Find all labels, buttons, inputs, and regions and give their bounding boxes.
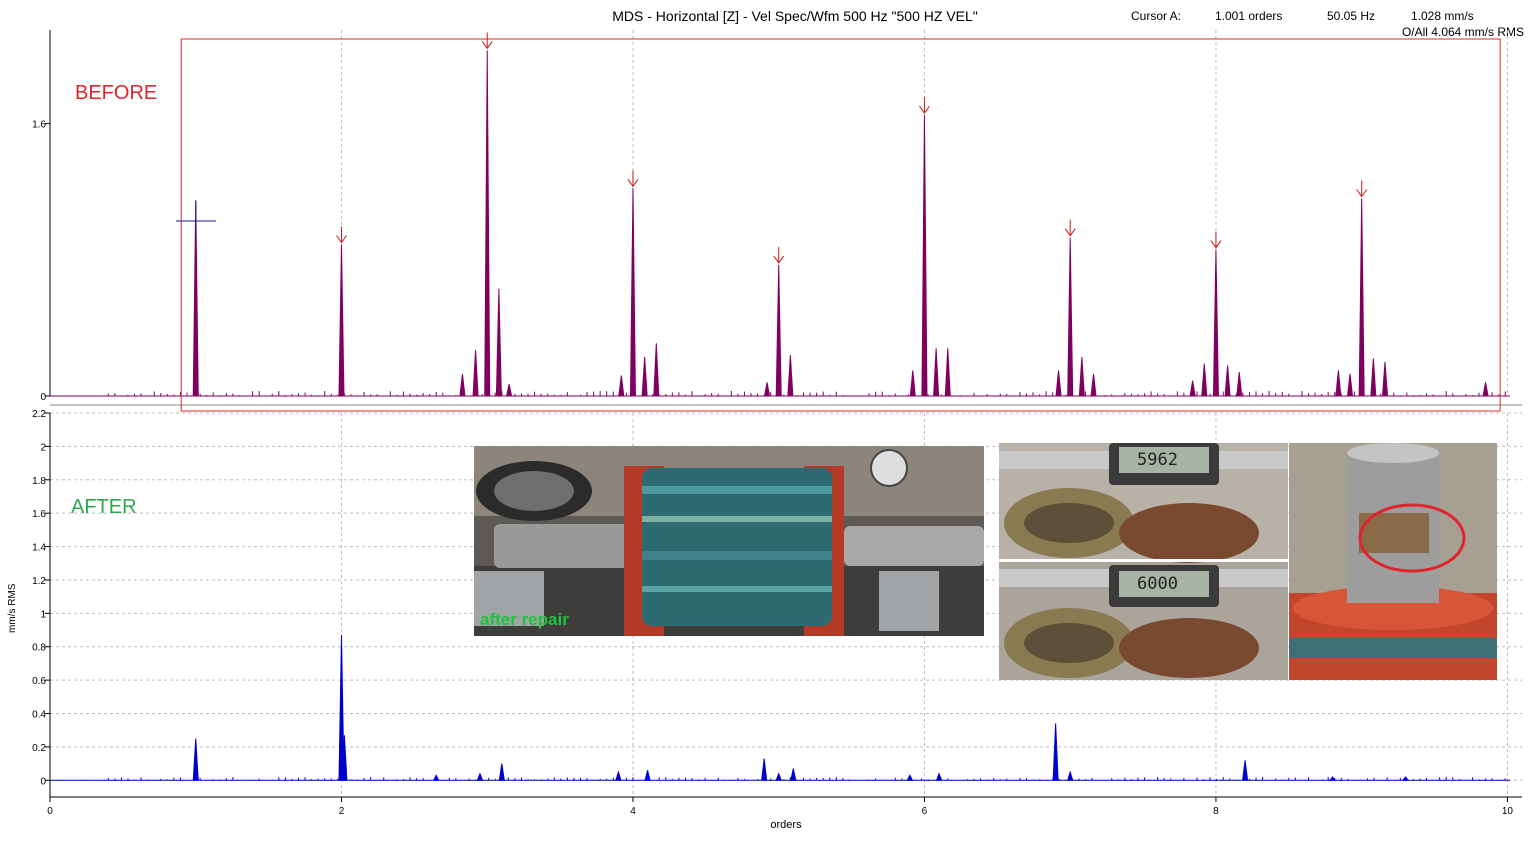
y-axis-label: mm/s RMS: [7, 583, 18, 633]
spectrum-peak: [1067, 237, 1074, 397]
spectrum-peak: [641, 356, 648, 397]
spectrum-peak: [644, 770, 651, 781]
spectrum-peak: [787, 355, 794, 397]
y-tick-label: 1.2: [32, 576, 46, 587]
x-tick-label: 4: [630, 806, 636, 817]
spectrum-peak: [763, 382, 771, 397]
y-tick-label: 1: [40, 609, 46, 620]
spectrum-peak: [1401, 776, 1409, 781]
x-tick-label: 6: [922, 806, 928, 817]
x-tick-label: 0: [47, 806, 53, 817]
x-axis-label: orders: [770, 819, 802, 831]
y-tick-label: 1.6: [32, 509, 46, 520]
spectrum-peak: [921, 115, 928, 397]
spectrum-peak: [432, 774, 440, 781]
spectrum-peak: [1052, 723, 1059, 781]
peak-arrow: [627, 170, 639, 188]
spectrum-peak: [933, 348, 940, 397]
spectrum-peak: [1346, 373, 1354, 397]
x-tick-label: 10: [1502, 806, 1514, 817]
shaft-damage-photo: [1289, 443, 1497, 680]
spectrum-peak: [192, 738, 199, 781]
y-tick-label: 0.2: [32, 743, 46, 754]
peak-arrow: [1356, 180, 1368, 198]
spectrum-peak: [906, 774, 914, 781]
y-tick-label: 0.8: [32, 643, 46, 654]
grid-lines: [49, 30, 1522, 797]
spectrum-peak: [1090, 373, 1097, 397]
spectrum-peak: [909, 370, 916, 397]
y-tick-label: 0: [40, 776, 46, 787]
spectrum-peak: [629, 188, 636, 397]
after-repair-caption: after repair: [480, 610, 569, 629]
spectrum-peak: [653, 343, 660, 397]
peak-arrow: [336, 226, 347, 244]
y-tick-label: 0.4: [32, 710, 46, 721]
spectrum-peak: [1236, 372, 1243, 397]
after-label: AFTER: [71, 496, 137, 518]
spectrum-peak: [1189, 380, 1196, 397]
before-y-tick-label: 1.6: [32, 120, 46, 131]
spectrum-peak: [618, 375, 625, 397]
spectrum-peak: [775, 264, 782, 397]
spectrum-chart[interactable]: 0 0.2 0.4 0.6 0.8 1 1.2 1.4 1.6 1.8 2 2.2 0 2 4 6 8 10 1.6…: [0, 0, 1538, 846]
y-tick-label: 1.4: [32, 543, 46, 554]
spectrum-peak: [775, 772, 782, 781]
before-label: BEFORE: [75, 82, 158, 104]
spectrum-peak: [1055, 370, 1062, 397]
spectrum-peak: [472, 350, 479, 397]
peak-arrow: [773, 246, 785, 264]
spectrum-peak: [1242, 760, 1249, 781]
peak-arrows: [175, 32, 1501, 412]
spectrum-peak: [1482, 382, 1489, 397]
before-spectrum-trace: [50, 50, 1510, 397]
spectrum-peak: [1381, 361, 1389, 397]
y-tick-label: 2: [40, 442, 46, 453]
spectrum-peak: [459, 373, 466, 397]
peak-arrow: [919, 97, 930, 114]
rotor-photo: after repair: [474, 446, 984, 636]
spectrum-peak: [1067, 770, 1074, 781]
peak-arrow: [1064, 219, 1076, 237]
spectrum-peak: [944, 348, 951, 397]
axes: [45, 30, 1522, 802]
spectrum-peak: [1212, 249, 1219, 397]
spectrum-peak: [761, 758, 768, 781]
spectrum-peak: [476, 772, 484, 781]
caliper-reading-bottom: 6000: [1137, 574, 1178, 594]
y-tick-label: 0.6: [32, 676, 46, 687]
y-tick-label: 2.2: [32, 409, 46, 420]
caliper-reading-top: 5962: [1137, 450, 1178, 470]
spectrum-peak: [1329, 776, 1337, 781]
y-tick-label: 1.8: [32, 476, 46, 487]
spectrum-peak: [498, 763, 505, 781]
spectrum-peak: [935, 772, 943, 781]
spectrum-peak: [790, 768, 797, 781]
caliper-photo: 5962 6000: [999, 443, 1288, 680]
peak-arrow: [481, 32, 493, 50]
before-y-tick-label: 0: [40, 392, 46, 403]
spectrum-peak: [1370, 358, 1377, 397]
spectrum-peak: [495, 288, 502, 397]
spectrum-peak: [338, 244, 345, 397]
peak-arrow: [1210, 231, 1222, 249]
highlight-box: [180, 38, 1501, 412]
spectrum-peak: [1335, 370, 1342, 397]
spectrum-peak: [1358, 198, 1365, 397]
x-tick-label: 8: [1213, 806, 1219, 817]
spectrum-peak: [505, 383, 513, 397]
spectrum-peak: [615, 770, 622, 781]
spectrum-peak: [1201, 363, 1208, 397]
spectrum-peak: [1224, 365, 1231, 397]
x-tick-label: 2: [339, 806, 345, 817]
spectrum-peak: [484, 50, 491, 397]
spectrum-peak: [1078, 356, 1085, 397]
